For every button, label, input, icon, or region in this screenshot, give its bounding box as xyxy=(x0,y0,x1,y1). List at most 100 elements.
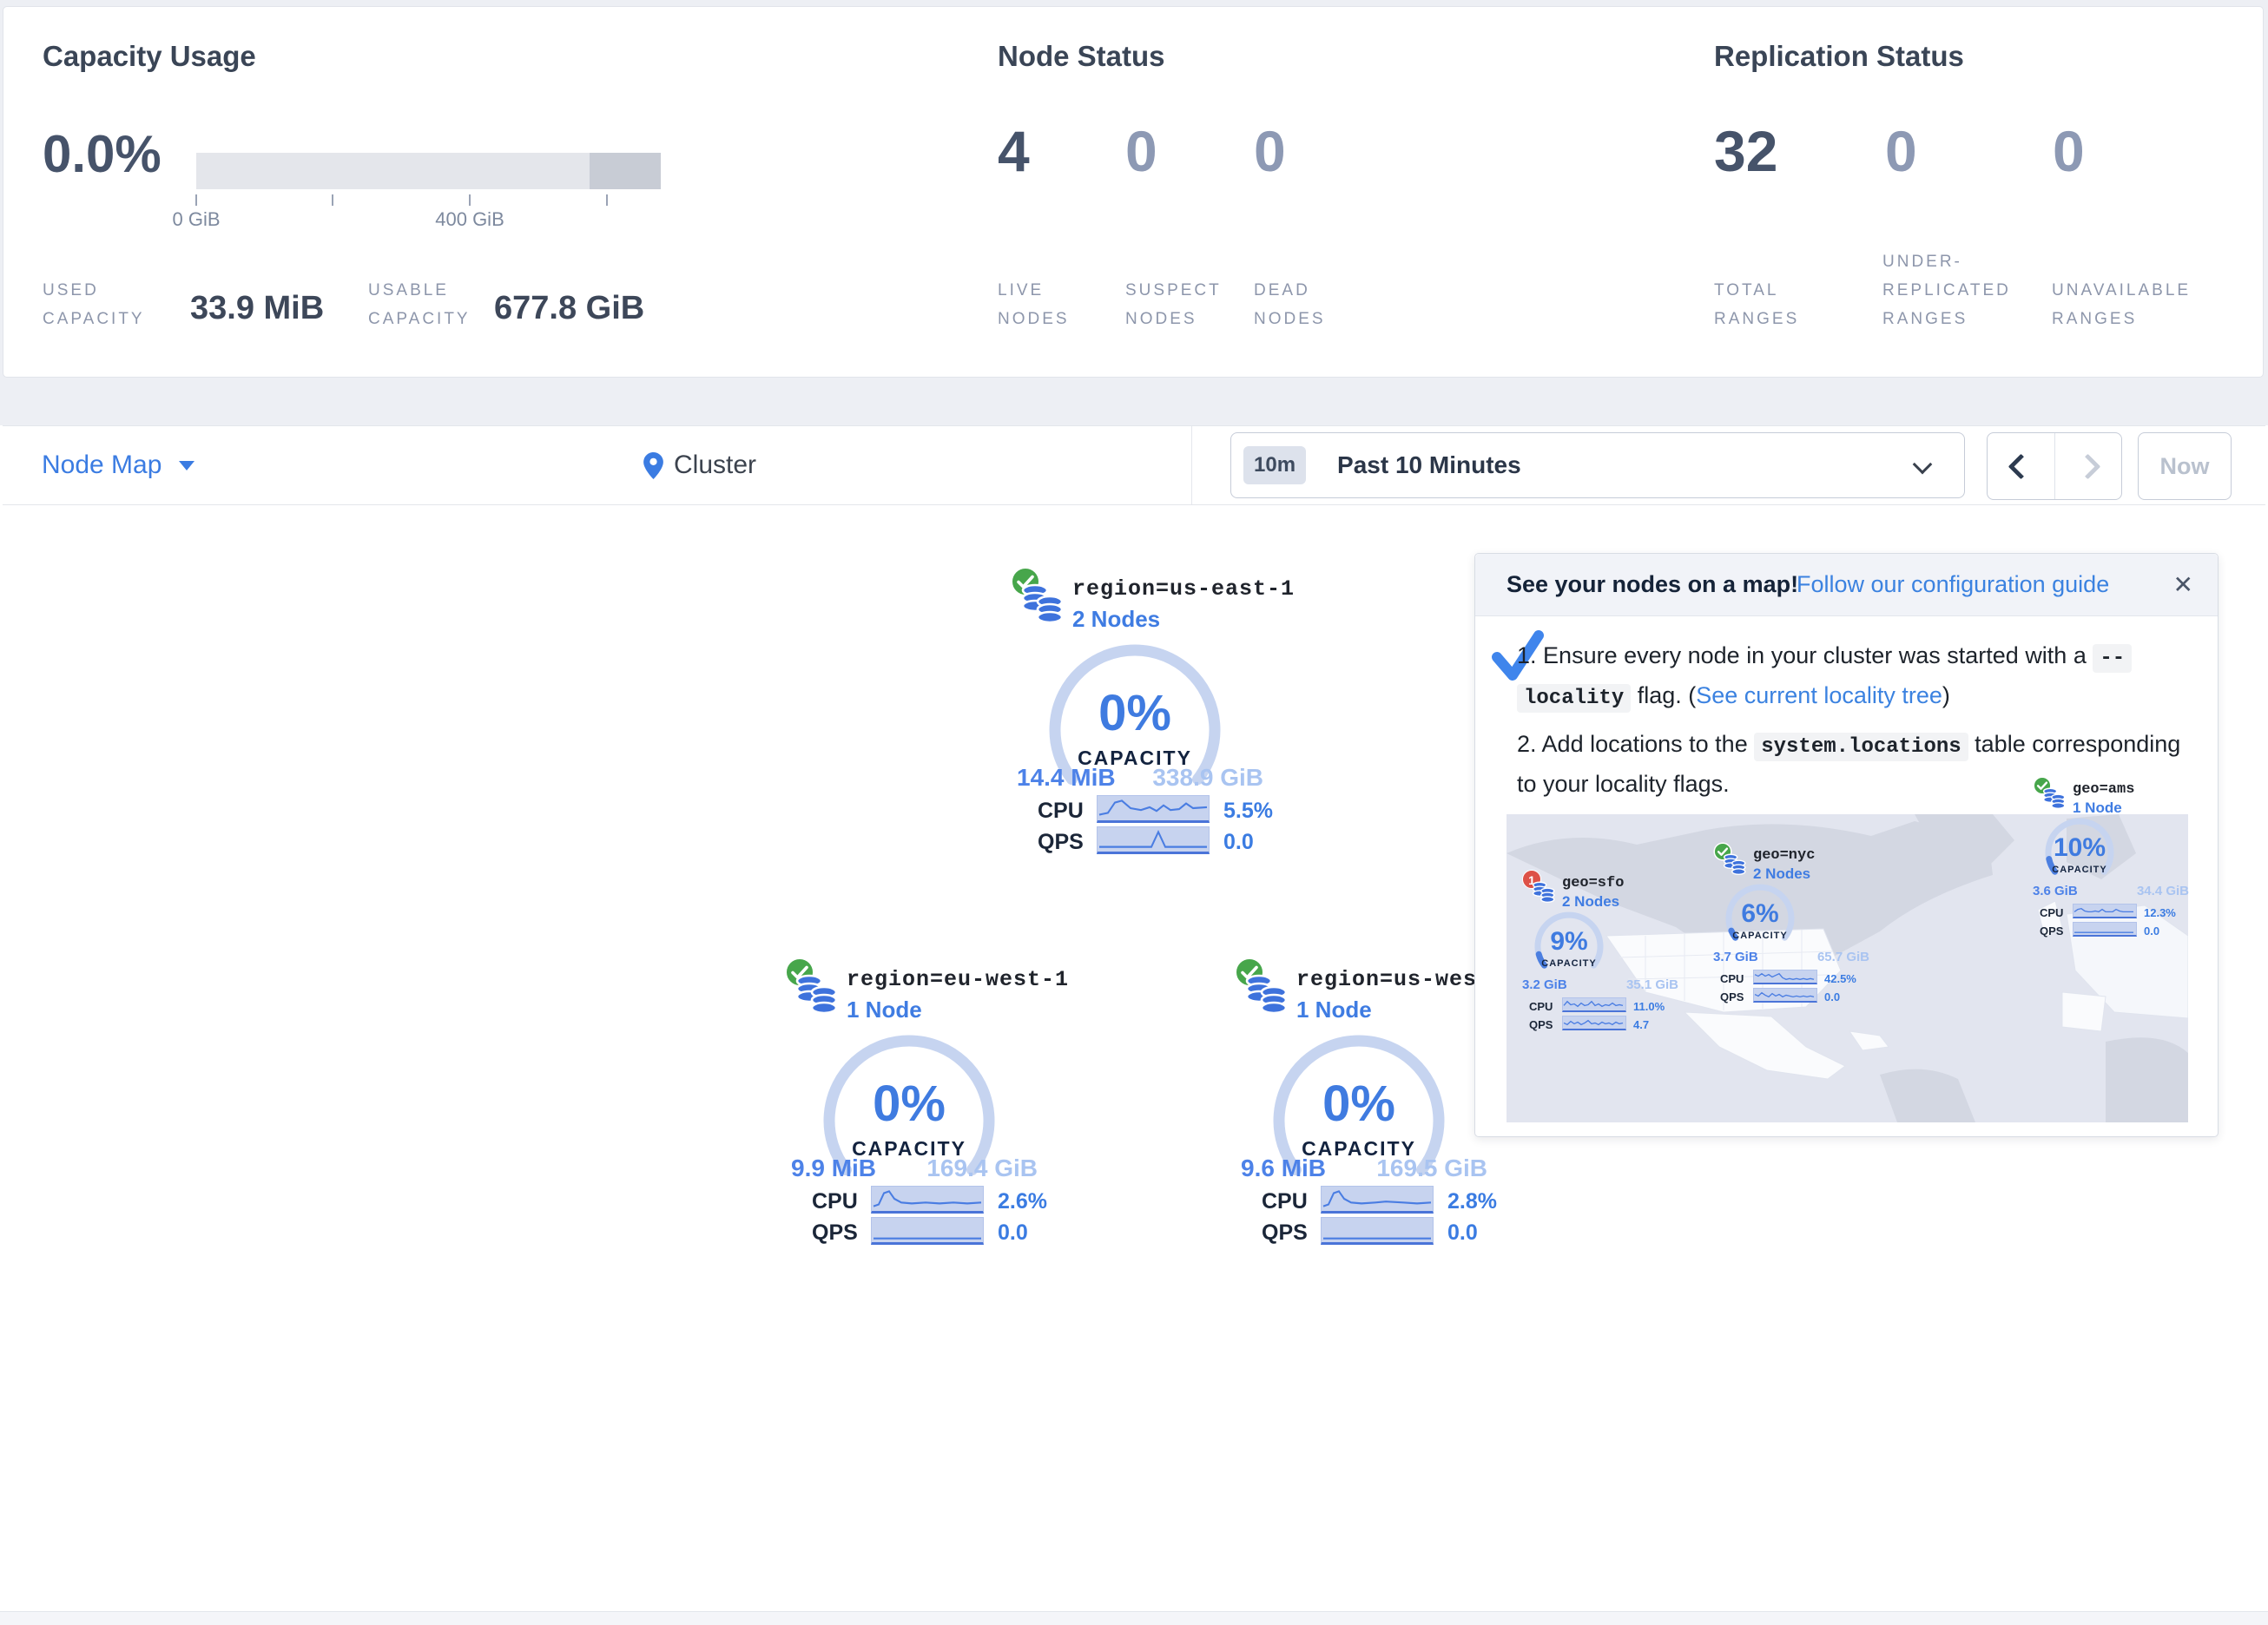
qps-label: QPS xyxy=(1529,1018,1553,1031)
map-node-card-geo-nyc[interactable]: geo=nyc 2 Nodes 6% CAPACITY 3.7 GiB 65.7… xyxy=(1713,842,1869,1007)
step-text: ) xyxy=(1942,682,1950,708)
map-config-popup: See your nodes on a map! Follow our conf… xyxy=(1474,553,2219,1137)
close-icon[interactable]: ✕ xyxy=(2173,570,2193,599)
qps-value: 0.0 xyxy=(998,1220,1028,1246)
live-nodes-label: LIVE NODES xyxy=(998,276,1070,333)
cpu-sparkline xyxy=(1097,795,1210,823)
node-card-us-west-1[interactable]: region=us-west-1 1 Node 0% CAPACITY 9.6 … xyxy=(1229,953,1489,1248)
used-value: 9.6 MiB xyxy=(1241,1155,1326,1182)
used-value: 3.6 GiB xyxy=(2033,884,2078,898)
step-text: Add locations to the xyxy=(1542,731,1755,757)
node-card-eu-west-1[interactable]: region=eu-west-1 1 Node 0% CAPACITY 9.9 … xyxy=(779,953,1039,1248)
qps-label: QPS xyxy=(1262,1220,1308,1246)
used-capacity-value: 33.9 MiB xyxy=(190,290,324,327)
total-value: 65.7 GiB xyxy=(1817,950,1869,964)
used-value: 3.7 GiB xyxy=(1713,950,1758,964)
region-label: geo=nyc xyxy=(1753,847,1815,864)
now-button[interactable]: Now xyxy=(2138,432,2232,500)
capacity-word: CAPACITY xyxy=(2036,865,2123,875)
node-count-label[interactable]: 1 Node xyxy=(1296,997,1372,1023)
cpu-value: 2.6% xyxy=(998,1189,1047,1214)
node-card-us-east-1[interactable]: region=us-east-1 2 Nodes 0% CAPACITY 14.… xyxy=(1005,562,1265,858)
database-icon xyxy=(2041,786,2067,810)
time-next-button[interactable] xyxy=(2055,433,2122,499)
qps-sparkline xyxy=(1562,1016,1626,1030)
capacity-percent-value: 10% xyxy=(2036,833,2123,863)
total-value: 169.4 GiB xyxy=(926,1155,1038,1182)
cpu-sparkline xyxy=(1753,970,1817,984)
cpu-value: 2.8% xyxy=(1447,1189,1497,1214)
view-selector-dropdown[interactable]: Node Map xyxy=(42,426,194,504)
capacity-percent-value: 0% xyxy=(1005,684,1265,742)
suspect-nodes-label: SUSPECT NODES xyxy=(1125,276,1222,333)
replication-status-section: Replication Status 32 0 0 TOTAL RANGES U… xyxy=(1714,7,2268,378)
dead-nodes-value: 0 xyxy=(1254,118,1286,184)
axis-tick xyxy=(606,194,608,206)
code-chip: system.locations xyxy=(1754,733,1968,761)
time-nav-group xyxy=(1987,432,2122,500)
replication-status-title: Replication Status xyxy=(1714,40,1964,73)
cpu-label: CPU xyxy=(812,1189,858,1214)
tick-label-0: 0 GiB xyxy=(144,208,248,231)
usable-capacity-value: 677.8 GiB xyxy=(494,290,644,327)
qps-value: 4.7 xyxy=(1633,1018,1649,1031)
cpu-label: CPU xyxy=(1038,799,1084,824)
breadcrumb-label: Cluster xyxy=(674,451,756,480)
cpu-value: 12.3% xyxy=(2144,906,2176,919)
qps-label: QPS xyxy=(2040,924,2063,938)
unavailable-label: UNAVAILABLE RANGES xyxy=(2052,276,2191,333)
cpu-value: 11.0% xyxy=(1633,1000,1665,1013)
used-capacity-label: USED CAPACITY xyxy=(43,276,145,333)
total-ranges-label: TOTAL RANGES xyxy=(1714,276,1799,333)
configuration-guide-link[interactable]: Follow our configuration guide xyxy=(1797,571,2109,598)
cpu-label: CPU xyxy=(1529,1000,1553,1013)
code-chip: locality xyxy=(1517,684,1631,713)
database-icon xyxy=(1019,582,1067,625)
node-count-label: 1 Node xyxy=(2073,799,2122,817)
time-range-dropdown[interactable]: 10m Past 10 Minutes xyxy=(1230,432,1965,498)
locality-tree-link[interactable]: See current locality tree xyxy=(1696,682,1942,708)
world-map-preview: 1 geo=sfo 2 Nodes 9% CAPACITY 3.2 GiB 35… xyxy=(1507,814,2188,1122)
database-icon xyxy=(1531,880,1557,904)
qps-label: QPS xyxy=(812,1220,858,1246)
code-chip: -- xyxy=(2093,644,2132,673)
unavailable-value: 0 xyxy=(2053,118,2085,184)
qps-value: 0.0 xyxy=(1824,990,1840,1003)
capacity-percent-value: 9% xyxy=(1526,927,1612,957)
axis-tick xyxy=(469,194,471,206)
chevron-left-icon xyxy=(2008,453,2034,479)
time-prev-button[interactable] xyxy=(1988,433,2055,499)
region-label: geo=sfo xyxy=(1562,875,1624,891)
map-node-card-geo-sfo[interactable]: 1 geo=sfo 2 Nodes 9% CAPACITY 3.2 GiB 35… xyxy=(1522,870,1678,1035)
breadcrumb[interactable]: Cluster xyxy=(643,426,756,504)
map-node-card-geo-ams[interactable]: geo=ams 1 Node 10% CAPACITY 3.6 GiB 34.4… xyxy=(2033,776,2189,941)
step-text: flag. ( xyxy=(1631,682,1696,708)
live-nodes-value: 4 xyxy=(998,118,1030,184)
database-icon xyxy=(1722,852,1748,876)
toolbar-divider xyxy=(1191,426,1192,504)
qps-sparkline xyxy=(2073,922,2137,937)
node-status-title: Node Status xyxy=(998,40,1165,73)
chevron-right-icon xyxy=(2075,453,2101,479)
dead-nodes-label: DEAD NODES xyxy=(1254,276,1326,333)
caret-down-icon xyxy=(179,461,194,470)
axis-tick xyxy=(195,194,197,206)
config-step-1: 1. Ensure every node in your cluster was… xyxy=(1517,637,2181,717)
node-count-label[interactable]: 1 Node xyxy=(847,997,922,1023)
node-map-page: Capacity Usage 0.0% 0 GiB 400 GiB USED C… xyxy=(0,0,2268,1625)
region-label: region=eu-west-1 xyxy=(847,967,1069,992)
capacity-usage-title: Capacity Usage xyxy=(43,40,256,73)
cpu-sparkline xyxy=(871,1186,984,1214)
node-count-label: 2 Nodes xyxy=(1753,865,1810,883)
map-pin-icon xyxy=(643,452,663,479)
region-label: region=us-east-1 xyxy=(1072,576,1295,602)
node-count-label[interactable]: 2 Nodes xyxy=(1072,606,1160,633)
view-toolbar: Node Map Cluster 10m Past 10 Minutes Now xyxy=(3,425,2265,505)
total-value: 169.5 GiB xyxy=(1376,1155,1487,1182)
view-selector-label[interactable]: Node Map xyxy=(42,451,162,480)
usable-capacity-label: USABLE CAPACITY xyxy=(368,276,471,333)
capacity-percent-value: 0% xyxy=(1229,1075,1489,1133)
axis-tick xyxy=(332,194,333,206)
node-status-section: Node Status 4 0 0 LIVE NODES SUSPECT NOD… xyxy=(998,7,1605,378)
suspect-nodes-value: 0 xyxy=(1125,118,1157,184)
